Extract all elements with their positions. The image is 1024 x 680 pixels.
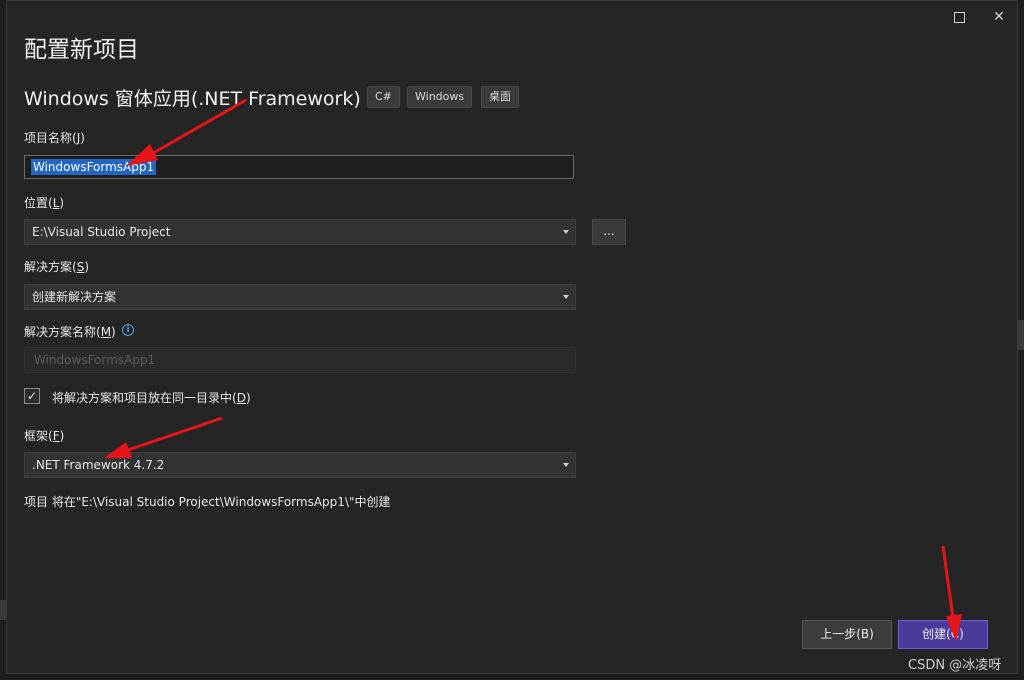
back-button[interactable]: 上一步(B)	[802, 620, 892, 649]
framework-combo[interactable]: .NET Framework 4.7.2	[24, 452, 576, 478]
check-icon: ✓	[26, 389, 38, 403]
tag-csharp: C#	[367, 86, 400, 108]
chevron-down-icon	[563, 230, 569, 234]
tag-windows: Windows	[407, 86, 473, 108]
watermark: CSDN @冰凌呀	[908, 658, 1002, 673]
dialog-heading: 配置新项目	[24, 37, 139, 63]
chevron-down-icon	[563, 295, 569, 299]
same-directory-label[interactable]: 将解决方案和项目放在同一目录中(D)	[52, 389, 251, 406]
solution-combo[interactable]: 创建新解决方案	[24, 284, 576, 310]
create-button[interactable]: 创建(C)	[898, 620, 988, 649]
location-label: 位置(L)	[24, 196, 65, 210]
same-directory-checkbox[interactable]: ✓	[24, 388, 40, 404]
project-name-input[interactable]: WindowsFormsApp1	[24, 155, 574, 179]
maximize-button[interactable]	[947, 7, 971, 27]
template-name: Windows 窗体应用(.NET Framework)	[24, 88, 361, 110]
info-icon[interactable]: i	[122, 324, 134, 336]
solution-name-label: 解决方案名称(M)	[24, 325, 116, 339]
project-location-summary: 项目 将在"E:\Visual Studio Project\WindowsFo…	[24, 495, 391, 509]
project-name-value: WindowsFormsApp1	[31, 159, 157, 175]
close-icon: ✕	[993, 9, 1005, 25]
solution-value: 创建新解决方案	[32, 290, 117, 304]
framework-value: .NET Framework 4.7.2	[32, 458, 165, 472]
close-button[interactable]: ✕	[987, 7, 1011, 27]
project-name-label: 项目名称(J)	[24, 131, 85, 145]
chevron-down-icon	[563, 463, 569, 467]
browse-button[interactable]: ...	[592, 219, 626, 245]
solution-name-input: WindowsFormsApp1	[24, 347, 576, 373]
framework-label: 框架(F)	[24, 429, 65, 443]
maximize-icon	[953, 11, 965, 23]
tag-desktop: 桌面	[481, 86, 519, 108]
solution-label: 解决方案(S)	[24, 260, 89, 274]
location-value: E:\Visual Studio Project	[32, 225, 171, 239]
location-combo[interactable]: E:\Visual Studio Project	[24, 219, 576, 245]
background-edge-right	[1018, 320, 1024, 350]
